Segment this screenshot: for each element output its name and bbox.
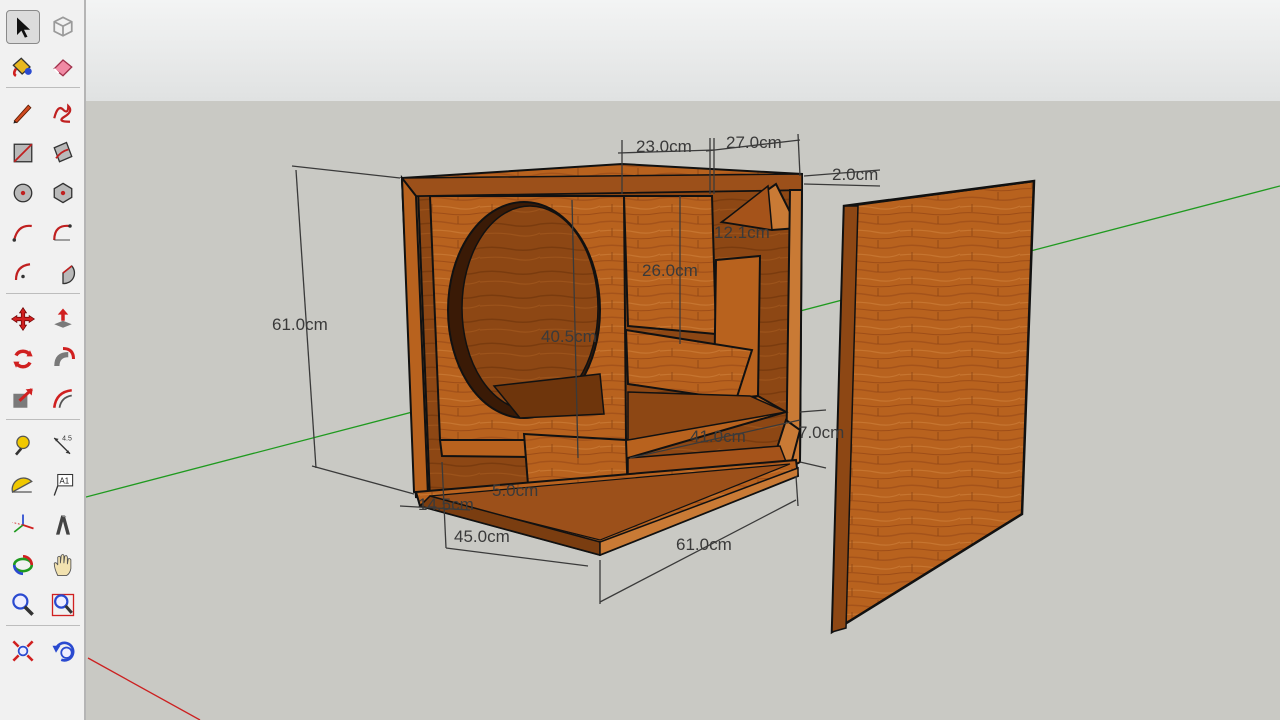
dim-side-small: 7.0cm <box>798 423 844 442</box>
dimension-icon: 4.5 <box>53 436 72 455</box>
dim-port-depth: 26.0cm <box>642 261 698 280</box>
orbit-icon <box>12 554 34 576</box>
3d-text-tool-button[interactable] <box>46 508 80 542</box>
3d-text-icon <box>56 515 70 535</box>
rectangle-icon <box>13 143 33 163</box>
make-component-tool-button[interactable] <box>46 10 80 44</box>
polygon-tool-button[interactable] <box>46 176 80 210</box>
dim-baffle-height: 40.5cm <box>541 327 597 346</box>
svg-text:4.5: 4.5 <box>62 436 72 443</box>
tape-measure-icon <box>15 435 30 456</box>
pan-hand-icon <box>53 554 72 576</box>
offset-tool-button[interactable] <box>46 382 80 416</box>
dimension-tool-button[interactable]: 4.5 <box>46 428 80 462</box>
dim-shelf-depth: 41.0cm <box>690 427 746 446</box>
orbit-tool-button[interactable] <box>6 548 40 582</box>
offset-icon <box>52 388 72 408</box>
eraser-icon <box>53 59 73 77</box>
zoom-window-icon <box>51 593 75 617</box>
toolbar-separator <box>6 87 80 88</box>
3d-viewport[interactable]: 23.0cm 27.0cm 2.0cm 61.0cm 26.0cm 12.1cm… <box>86 0 1280 720</box>
move-tool-button[interactable] <box>6 302 40 336</box>
zoom-icon <box>12 593 34 616</box>
model-scene[interactable]: 23.0cm 27.0cm 2.0cm 61.0cm 26.0cm 12.1cm… <box>86 0 1280 720</box>
zoom-tool-button[interactable] <box>6 588 40 622</box>
three-point-arc-icon <box>14 263 31 281</box>
scale-tool-button[interactable] <box>6 382 40 416</box>
circle-tool-button[interactable] <box>6 176 40 210</box>
dim-inner-small: 5.0cm <box>492 481 538 500</box>
dim-top-width-a: 23.0cm <box>636 137 692 156</box>
toolbar-separator <box>6 293 80 294</box>
zoom-extents-icon <box>12 640 34 662</box>
arc-icon <box>12 224 32 242</box>
tape-measure-tool-button[interactable] <box>6 428 40 462</box>
rectangle-tool-button[interactable] <box>6 136 40 170</box>
freehand-tool-button[interactable] <box>46 96 80 130</box>
select-arrow-icon <box>17 17 31 38</box>
text-tool-button[interactable]: A1 <box>46 468 80 502</box>
push-pull-icon <box>54 308 72 328</box>
text-label-icon: A1 <box>53 473 74 496</box>
dim-top-width-b: 27.0cm <box>726 133 782 152</box>
polygon-icon <box>53 182 73 204</box>
two-point-arc-tool-button[interactable] <box>46 216 80 250</box>
pan-tool-button[interactable] <box>46 548 80 582</box>
scale-icon <box>13 388 33 408</box>
dim-panel-gap: 2.0cm <box>832 165 878 184</box>
axes-tool-button[interactable] <box>6 508 40 542</box>
eraser-tool-button[interactable] <box>46 50 80 84</box>
toolbar-separator <box>6 419 80 420</box>
zoom-window-tool-button[interactable] <box>46 588 80 622</box>
rotated-rectangle-icon <box>53 141 73 163</box>
previous-view-icon <box>52 641 75 662</box>
dim-base-width: 61.0cm <box>676 535 732 554</box>
pencil-line-icon <box>13 104 32 124</box>
zoom-extents-tool-button[interactable] <box>6 634 40 668</box>
two-point-arc-icon <box>53 224 72 241</box>
previous-view-tool-button[interactable] <box>46 634 80 668</box>
freehand-icon <box>53 103 72 123</box>
dim-height: 61.0cm <box>272 315 328 334</box>
pie-icon <box>62 265 76 285</box>
protractor-tool-button[interactable] <box>6 468 40 502</box>
dim-front-small: 14.5cm <box>418 495 474 514</box>
pie-tool-button[interactable] <box>46 256 80 290</box>
sky-backdrop <box>86 0 1280 101</box>
rotate-icon <box>13 349 33 369</box>
svg-text:A1: A1 <box>60 476 70 485</box>
dim-base-depth: 45.0cm <box>454 527 510 546</box>
move-icon <box>10 306 36 332</box>
follow-me-tool-button[interactable] <box>46 342 80 376</box>
dim-port-small: 12.1cm <box>714 223 770 242</box>
rotated-rectangle-tool-button[interactable] <box>46 136 80 170</box>
make-component-icon <box>53 16 73 37</box>
circle-icon <box>13 183 33 203</box>
toolbar-separator <box>6 625 80 626</box>
axes-icon <box>12 514 34 533</box>
push-pull-tool-button[interactable] <box>46 302 80 336</box>
paint-bucket-tool-button[interactable] <box>6 50 40 84</box>
rotate-tool-button[interactable] <box>6 342 40 376</box>
follow-me-icon <box>54 346 76 366</box>
select-tool-button[interactable] <box>6 10 40 44</box>
protractor-icon <box>11 477 33 493</box>
paint-bucket-icon <box>12 57 32 77</box>
line-tool-button[interactable] <box>6 96 40 130</box>
arc-tool-button[interactable] <box>6 216 40 250</box>
three-point-arc-tool-button[interactable] <box>6 256 40 290</box>
tools-toolbar: 4.5 A1 <box>0 0 86 720</box>
